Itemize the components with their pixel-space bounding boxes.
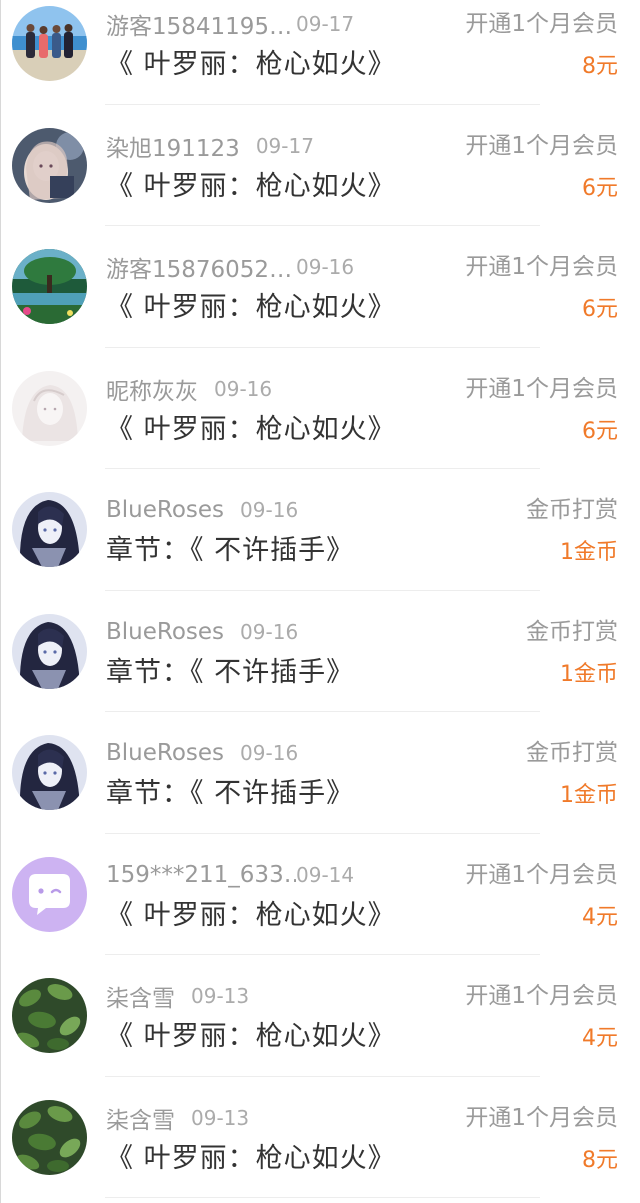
book-title: 《 叶罗丽：枪心如火》 bbox=[106, 170, 396, 202]
record-type: 金币打赏 bbox=[526, 497, 618, 523]
user-name[interactable]: BlueRoses bbox=[106, 619, 224, 645]
purple-chat-bubble-avatar[interactable] bbox=[12, 856, 87, 932]
user-name[interactable]: BlueRoses bbox=[106, 497, 224, 523]
record-meta: 染旭191123 09-17 bbox=[106, 129, 314, 163]
record-date: 09-14 bbox=[296, 862, 355, 887]
record-type: 开通1个月会员 bbox=[465, 11, 618, 37]
record-date: 09-16 bbox=[214, 376, 273, 401]
record-meta: 柒含雪 09-13 bbox=[106, 1101, 250, 1135]
record-amount: 6元 bbox=[582, 297, 618, 322]
record-type: 开通1个月会员 bbox=[465, 375, 618, 402]
record-date: 09-13 bbox=[191, 984, 250, 1008]
user-name[interactable]: 柒含雪 bbox=[106, 1101, 175, 1135]
record-row[interactable]: 游客15841195… 09-17 开通1个月会员 《 叶罗丽：枪心如火》 8元 bbox=[0, 0, 640, 105]
record-row[interactable]: 游客15876052… 09-16 开通1个月会员 《 叶罗丽：枪心如火》 6元 bbox=[0, 226, 640, 348]
record-amount: 6元 bbox=[582, 175, 618, 201]
record-amount: 8元 bbox=[582, 1147, 618, 1173]
green-leaves-avatar[interactable] bbox=[12, 978, 87, 1053]
dark-anime-girl-avatar[interactable] bbox=[12, 735, 87, 810]
dark-anime-girl-avatar[interactable] bbox=[12, 492, 87, 567]
record-row[interactable]: BlueRoses 09-16 金币打赏 章节：《 不许插手》 1金币 bbox=[0, 469, 640, 591]
record-amount: 4元 bbox=[582, 904, 618, 930]
record-type: 金币打赏 bbox=[526, 618, 618, 645]
record-meta: BlueRoses 09-16 bbox=[106, 495, 298, 525]
record-amount: 1金币 bbox=[560, 661, 618, 687]
record-amount: 8元 bbox=[582, 54, 618, 79]
user-name[interactable]: 159***211_633… bbox=[106, 862, 296, 888]
record-row[interactable]: 159***211_633… 09-14 开通1个月会员 《 叶罗丽：枪心如火》… bbox=[0, 834, 640, 955]
record-meta: 游客15841195… 09-17 bbox=[106, 7, 355, 41]
record-date: 09-16 bbox=[240, 741, 299, 765]
record-row[interactable]: 染旭191123 09-17 开通1个月会员 《 叶罗丽：枪心如火》 6元 bbox=[0, 105, 640, 226]
book-title: 《 叶罗丽：枪心如火》 bbox=[106, 292, 396, 323]
row-divider bbox=[105, 1197, 540, 1198]
record-amount: 1金币 bbox=[560, 783, 618, 808]
user-name[interactable]: 染旭191123 bbox=[106, 129, 240, 163]
record-date: 09-16 bbox=[240, 619, 299, 644]
record-amount: 4元 bbox=[582, 1026, 618, 1051]
book-title: 《 叶罗丽：枪心如火》 bbox=[106, 49, 396, 80]
record-meta: 柒含雪 09-13 bbox=[106, 979, 250, 1013]
record-amount: 1金币 bbox=[560, 540, 618, 565]
green-leaves-avatar[interactable] bbox=[12, 1099, 87, 1175]
record-type: 开通1个月会员 bbox=[465, 254, 618, 280]
record-row[interactable]: 柒含雪 09-13 开通1个月会员 《 叶罗丽：枪心如火》 4元 bbox=[0, 955, 640, 1077]
record-meta: 159***211_633… 09-14 bbox=[106, 860, 354, 890]
user-name[interactable]: BlueRoses bbox=[106, 740, 224, 766]
book-title: 《 叶罗丽：枪心如火》 bbox=[106, 899, 396, 931]
book-title: 《 叶罗丽：枪心如火》 bbox=[106, 1021, 396, 1052]
record-meta: BlueRoses 09-16 bbox=[106, 738, 298, 768]
record-date: 09-17 bbox=[296, 12, 355, 36]
record-date: 09-13 bbox=[191, 1105, 250, 1130]
record-row[interactable]: 柒含雪 09-13 开通1个月会员 《 叶罗丽：枪心如火》 8元 bbox=[0, 1077, 640, 1198]
record-meta: BlueRoses 09-16 bbox=[106, 617, 298, 647]
record-meta: 昵称灰灰 09-16 bbox=[106, 372, 273, 406]
beach-group-photo-avatar[interactable] bbox=[12, 6, 87, 81]
user-name[interactable]: 昵称灰灰 bbox=[106, 372, 198, 406]
record-date: 09-16 bbox=[296, 255, 355, 279]
user-name[interactable]: 柒含雪 bbox=[106, 979, 175, 1013]
record-type: 开通1个月会员 bbox=[465, 861, 618, 888]
income-record-list: 游客15841195… 09-17 开通1个月会员 《 叶罗丽：枪心如火》 8元… bbox=[0, 0, 640, 1198]
chapter-title: 章节：《 不许插手》 bbox=[106, 656, 355, 688]
record-type: 开通1个月会员 bbox=[465, 132, 618, 159]
record-row[interactable]: 昵称灰灰 09-16 开通1个月会员 《 叶罗丽：枪心如火》 6元 bbox=[0, 348, 640, 469]
record-type: 开通1个月会员 bbox=[465, 1104, 618, 1131]
record-amount: 6元 bbox=[582, 418, 618, 444]
landscape-tree-avatar[interactable] bbox=[12, 249, 87, 324]
record-date: 09-17 bbox=[255, 133, 314, 158]
book-title: 《 叶罗丽：枪心如火》 bbox=[106, 1142, 396, 1174]
user-name[interactable]: 游客15841195… bbox=[106, 7, 296, 41]
anime-girl-avatar[interactable] bbox=[12, 127, 87, 203]
record-date: 09-16 bbox=[240, 498, 299, 522]
record-type: 开通1个月会员 bbox=[465, 983, 618, 1009]
record-row[interactable]: BlueRoses 09-16 金币打赏 章节：《 不许插手》 1金币 bbox=[0, 591, 640, 712]
record-row[interactable]: BlueRoses 09-16 金币打赏 章节：《 不许插手》 1金币 bbox=[0, 712, 640, 834]
user-name[interactable]: 游客15876052… bbox=[106, 250, 296, 284]
pale-sketch-avatar[interactable] bbox=[12, 370, 87, 446]
dark-anime-girl-avatar[interactable] bbox=[12, 613, 87, 689]
record-type: 金币打赏 bbox=[526, 740, 618, 766]
chapter-title: 章节：《 不许插手》 bbox=[106, 778, 355, 809]
record-meta: 游客15876052… 09-16 bbox=[106, 250, 355, 284]
book-title: 《 叶罗丽：枪心如火》 bbox=[106, 413, 396, 445]
chapter-title: 章节：《 不许插手》 bbox=[106, 535, 355, 566]
